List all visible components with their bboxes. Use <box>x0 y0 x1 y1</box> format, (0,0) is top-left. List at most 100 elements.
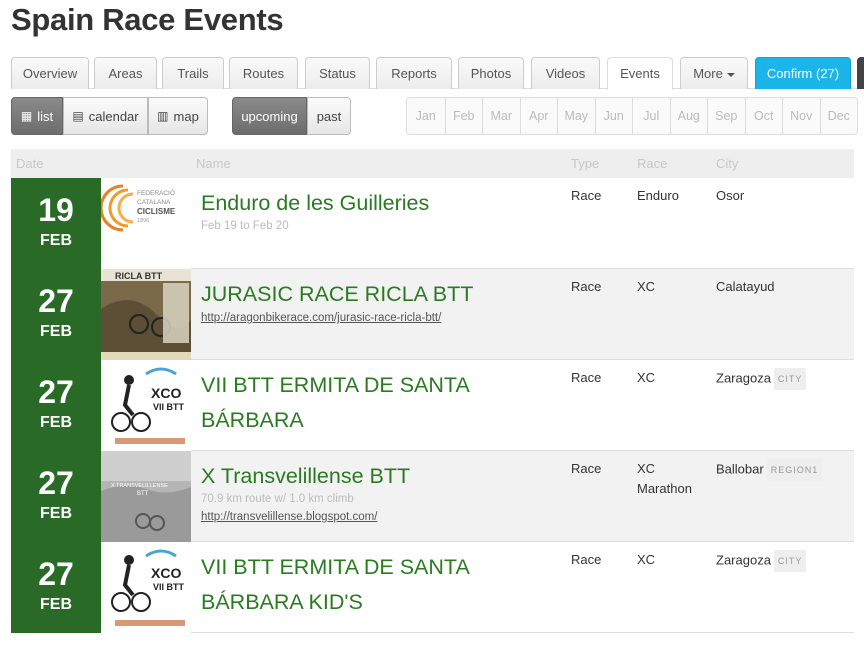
month-jan[interactable]: Jan <box>407 98 445 134</box>
tab-trails[interactable]: Trails <box>162 57 224 89</box>
city-badge: CITY <box>773 368 807 390</box>
event-month: FEB <box>40 596 72 613</box>
table-row[interactable]: 27 FEB XCO VII BTT VII BTT ERMITA DE SAN… <box>11 360 854 451</box>
event-type: Race <box>571 188 602 203</box>
event-city-name: Osor <box>716 188 745 203</box>
event-name-link[interactable]: Enduro de les Guilleries <box>201 186 561 221</box>
event-race: Enduro <box>637 188 679 203</box>
tab-overview[interactable]: Overview <box>11 57 89 89</box>
list-label: list <box>37 108 54 124</box>
event-day: 27 <box>38 374 74 410</box>
event-name-link[interactable]: JURASIC RACE RICLA BTT <box>201 277 561 312</box>
event-dates: Feb 19 to Feb 20 <box>201 220 289 232</box>
month-feb[interactable]: Feb <box>444 98 482 134</box>
header-date[interactable]: Date <box>16 156 43 171</box>
event-thumbnail[interactable]: XCO VII BTT <box>101 542 191 633</box>
event-city[interactable]: Zaragoza CITY <box>716 550 807 572</box>
event-month: FEB <box>40 414 72 431</box>
date-badge: 27 FEB <box>11 451 101 542</box>
table-row[interactable]: 19 FEB FEDERACIÓ CATALANA CICLISME 1896 … <box>11 178 854 269</box>
month-jun[interactable]: Jun <box>594 98 632 134</box>
month-sep[interactable]: Sep <box>707 98 745 134</box>
tab-events[interactable]: Events <box>607 57 673 90</box>
calendar-view-button[interactable]: ▤ calendar <box>63 97 148 135</box>
month-may[interactable]: May <box>557 98 595 134</box>
event-name-link[interactable]: X Transvelillense BTT <box>201 459 561 494</box>
event-website-link[interactable]: http://aragonbikerace.com/jurasic-race-r… <box>201 312 441 324</box>
table-row[interactable]: 27 FEB XCO VII BTT VII BTT ERMITA DE SAN… <box>11 542 854 633</box>
event-city[interactable]: Calatayud <box>716 277 775 297</box>
time-toggle: upcoming past <box>232 97 351 135</box>
svg-text:FEDERACIÓ: FEDERACIÓ <box>137 188 175 197</box>
map-label: map <box>173 108 199 124</box>
event-thumbnail[interactable]: RICLA BTT <box>101 269 191 360</box>
svg-text:1896: 1896 <box>137 218 149 224</box>
event-thumbnail[interactable]: XCO VII BTT <box>101 360 191 451</box>
event-day: 27 <box>38 556 74 592</box>
event-day: 27 <box>38 465 74 501</box>
tab-areas[interactable]: Areas <box>94 57 157 89</box>
event-race: XC <box>637 552 656 567</box>
event-website-link[interactable]: http://transvelillense.blogspot.com/ <box>201 511 377 523</box>
table-row[interactable]: 27 FEB RICLA BTT JURASIC RACE RICLA BTT … <box>11 269 854 360</box>
event-city-name: Zaragoza <box>716 370 771 386</box>
list-icon: ▦ <box>20 109 33 123</box>
event-race: XC <box>637 279 656 294</box>
date-badge: 19 FEB <box>11 178 101 269</box>
past-button[interactable]: past <box>307 97 351 135</box>
table-header: Date Name Type Race City <box>11 149 854 178</box>
event-city[interactable]: Ballobar REGION1 <box>716 459 823 481</box>
chevron-down-icon <box>726 72 735 77</box>
federation-logo: FEDERACIÓ CATALANA CICLISME 1896 <box>101 184 176 232</box>
calendar-icon: ▤ <box>72 109 84 123</box>
event-city[interactable]: Zaragoza CITY <box>716 368 807 390</box>
event-city[interactable]: Osor <box>716 186 744 206</box>
event-type: Race <box>571 370 602 385</box>
event-thumbnail[interactable]: FEDERACIÓ CATALANA CICLISME 1896 <box>101 178 191 269</box>
header-name[interactable]: Name <box>196 156 231 171</box>
tab-more[interactable]: More <box>680 57 748 89</box>
tab-photos[interactable]: Photos <box>458 57 524 89</box>
tab-videos[interactable]: Videos <box>531 57 600 89</box>
tab-status[interactable]: Status <box>305 57 370 89</box>
map-view-button[interactable]: ▥ map <box>148 97 208 135</box>
view-toggle: ▦ list ▤ calendar ▥ map <box>11 97 208 135</box>
svg-text:CICLISME: CICLISME <box>137 207 176 216</box>
upcoming-button[interactable]: upcoming <box>232 97 307 135</box>
tab-routes[interactable]: Routes <box>229 57 298 89</box>
event-city-name: Calatayud <box>716 279 775 294</box>
month-dec[interactable]: Dec <box>819 98 857 134</box>
header-type[interactable]: Type <box>571 156 599 171</box>
svg-text:VII BTT: VII BTT <box>153 582 185 592</box>
month-oct[interactable]: Oct <box>744 98 782 134</box>
month-apr[interactable]: Apr <box>519 98 557 134</box>
svg-text:XCO: XCO <box>151 385 181 401</box>
table-row[interactable]: 27 FEB X TRANSVELILLENSE BTT X Transveli… <box>11 451 854 542</box>
month-nov[interactable]: Nov <box>782 98 820 134</box>
region-badge: REGION1 <box>766 459 823 481</box>
tab-extra[interactable] <box>857 57 864 89</box>
event-month: FEB <box>40 323 72 340</box>
event-city-name: Zaragoza <box>716 552 771 568</box>
month-mar[interactable]: Mar <box>482 98 520 134</box>
event-day: 19 <box>38 192 74 228</box>
list-view-button[interactable]: ▦ list <box>11 97 63 135</box>
event-month: FEB <box>40 232 72 249</box>
svg-text:XCO: XCO <box>151 565 181 581</box>
month-aug[interactable]: Aug <box>669 98 707 134</box>
event-race: XC <box>637 370 656 385</box>
header-city[interactable]: City <box>716 156 738 171</box>
nav-tabs: Overview Areas Trails Routes Status Repo… <box>11 57 864 90</box>
event-name-link[interactable]: VII BTT ERMITA DE SANTA BÁRBARA KID'S <box>201 550 561 620</box>
tab-reports[interactable]: Reports <box>376 57 452 89</box>
month-jul[interactable]: Jul <box>632 98 670 134</box>
svg-text:BTT: BTT <box>137 491 149 497</box>
date-badge: 27 FEB <box>11 542 101 633</box>
event-city-name: Ballobar <box>716 461 764 477</box>
page-title: Spain Race Events <box>11 2 284 37</box>
event-month: FEB <box>40 505 72 522</box>
tab-confirm[interactable]: Confirm (27) <box>755 57 851 89</box>
event-name-link[interactable]: VII BTT ERMITA DE SANTA BÁRBARA <box>201 368 561 438</box>
event-thumbnail[interactable]: X TRANSVELILLENSE BTT <box>101 451 191 542</box>
header-race[interactable]: Race <box>637 156 667 171</box>
